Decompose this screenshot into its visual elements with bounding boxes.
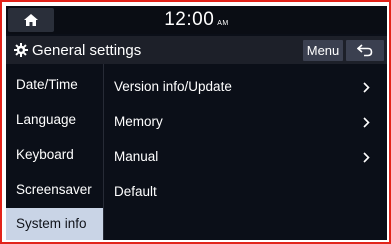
chevron-right-icon bbox=[363, 82, 370, 93]
list-item-label: Manual bbox=[114, 149, 159, 164]
status-bar: 12:00 AM bbox=[6, 6, 387, 34]
chevron-right-icon bbox=[363, 117, 370, 128]
clock-time: 12:00 bbox=[164, 9, 215, 30]
sidebar-item-system-info[interactable]: System info bbox=[6, 208, 103, 240]
clock: 12:00 AM bbox=[6, 9, 387, 31]
sidebar-item-screensaver[interactable]: Screensaver bbox=[6, 173, 103, 207]
list-item-memory[interactable]: Memory bbox=[104, 105, 387, 139]
back-button[interactable] bbox=[346, 40, 384, 61]
sidebar-item-date-time[interactable]: Date/Time bbox=[6, 68, 103, 102]
sidebar-item-language[interactable]: Language bbox=[6, 103, 103, 137]
screenshot-frame: 12:00 AM General settings Menu Date/Time… bbox=[0, 0, 391, 244]
list-item-label: Version info/Update bbox=[114, 79, 232, 94]
list-item-label: Default bbox=[114, 184, 157, 199]
title-bar: General settings Menu bbox=[6, 36, 387, 64]
infotainment-screen: 12:00 AM General settings Menu Date/Time… bbox=[6, 6, 387, 240]
list-item-version-info[interactable]: Version info/Update bbox=[104, 70, 387, 104]
menu-button[interactable]: Menu bbox=[303, 40, 343, 61]
clock-ampm: AM bbox=[217, 20, 229, 27]
sidebar-item-keyboard[interactable]: Keyboard bbox=[6, 138, 103, 172]
list-item-default[interactable]: Default bbox=[104, 175, 387, 209]
list-item-label: Memory bbox=[114, 114, 163, 129]
gear-icon bbox=[14, 43, 28, 57]
page-title: General settings bbox=[32, 42, 142, 59]
list-item-manual[interactable]: Manual bbox=[104, 140, 387, 174]
back-arrow-icon bbox=[357, 44, 373, 57]
sidebar: Date/Time Language Keyboard Screensaver … bbox=[6, 64, 103, 240]
chevron-right-icon bbox=[363, 152, 370, 163]
settings-list: Version info/Update Memory Manual Defaul… bbox=[104, 64, 387, 240]
